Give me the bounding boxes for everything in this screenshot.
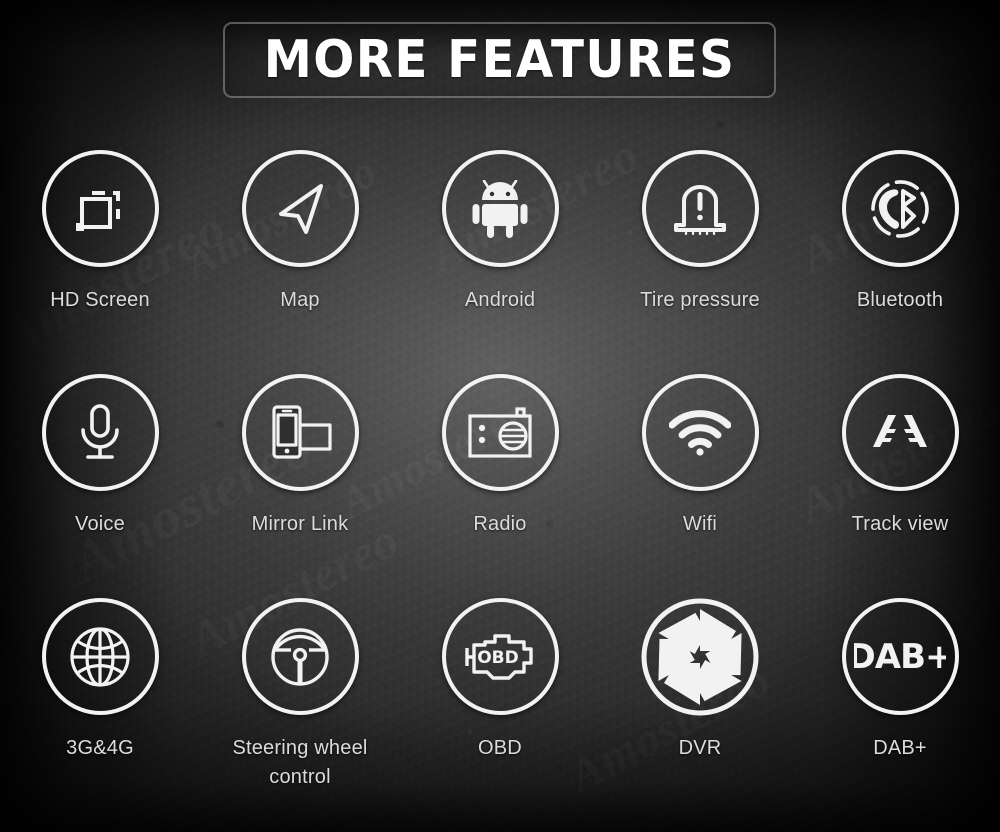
feature-icon-circle <box>241 598 359 715</box>
bluetooth-phone-icon <box>869 178 931 240</box>
feature-item-dab-plus[interactable]: DAB+ DAB+ <box>800 598 1000 822</box>
feature-item-bluetooth[interactable]: Bluetooth <box>800 150 1000 374</box>
tire-pressure-icon <box>671 183 729 235</box>
globe-icon <box>69 626 131 688</box>
wifi-icon <box>669 409 731 456</box>
feature-item-hd-screen[interactable]: HD Screen <box>0 150 200 374</box>
feature-item-android[interactable]: Android <box>400 150 600 374</box>
feature-label: DAB+ <box>873 737 927 759</box>
feature-label: Bluetooth <box>856 289 944 311</box>
dab-icon-text: DAB+ <box>854 637 946 677</box>
feature-icon-circle <box>241 374 359 491</box>
dab-plus-icon: DAB+ <box>854 635 946 679</box>
obd-icon-text: OBD <box>477 648 519 668</box>
page-title: MORE FEATURES <box>263 30 736 90</box>
feature-item-radio[interactable]: Radio <box>400 374 600 598</box>
feature-item-map[interactable]: Map <box>200 150 400 374</box>
obd-engine-icon: OBD <box>465 630 535 684</box>
feature-item-mirror-link[interactable]: Mirror Link <box>200 374 400 598</box>
feature-label: Android <box>464 289 536 311</box>
feature-label: Mirror Link <box>251 513 349 535</box>
feature-icon-circle: OBD <box>441 598 559 715</box>
feature-icon-circle <box>41 374 159 491</box>
feature-label: Voice <box>75 513 125 535</box>
feature-item-3g-4g[interactable]: 3G&4G <box>0 598 200 822</box>
feature-icon-circle: DAB+ <box>841 598 959 715</box>
feature-item-wifi[interactable]: Wifi <box>600 374 800 598</box>
feature-label: HD Screen <box>50 289 150 311</box>
feature-label: DVR <box>678 737 722 759</box>
feature-label: Track view <box>851 513 949 535</box>
feature-icon-circle <box>41 598 159 715</box>
feature-item-dvr[interactable]: DVR <box>600 598 800 822</box>
feature-label: Radio <box>473 513 527 535</box>
microphone-icon <box>77 403 123 462</box>
radio-icon <box>467 406 533 459</box>
feature-icon-circle <box>441 150 559 267</box>
mirror-link-icon <box>268 404 332 461</box>
steering-wheel-icon <box>269 626 331 688</box>
feature-icon-circle <box>841 150 959 267</box>
hd-screen-icon <box>74 183 126 235</box>
feature-icon-circle <box>640 597 760 717</box>
feature-item-steering-wheel-control[interactable]: Steering wheel control <box>200 598 400 822</box>
feature-label: OBD <box>478 737 522 759</box>
feature-icon-circle <box>41 150 159 267</box>
feature-label: Map <box>280 289 320 311</box>
feature-label: Wifi <box>682 513 718 535</box>
feature-icon-circle <box>241 150 359 267</box>
feature-icon-circle <box>441 374 559 491</box>
feature-item-voice[interactable]: Voice <box>0 374 200 598</box>
page-title-frame: MORE FEATURES <box>223 22 776 98</box>
feature-icon-circle <box>841 374 959 491</box>
feature-grid: HD Screen Map Android Tire pressure Blue… <box>0 150 1000 822</box>
feature-label: Tire pressure <box>640 289 760 311</box>
feature-item-track-view[interactable]: Track view <box>800 374 1000 598</box>
camera-aperture-icon <box>640 597 760 717</box>
feature-icon-circle <box>641 150 759 267</box>
feature-label: Steering wheel control <box>232 737 368 788</box>
feature-item-obd[interactable]: OBD OBD <box>400 598 600 822</box>
feature-item-tire-pressure[interactable]: Tire pressure <box>600 150 800 374</box>
track-view-icon <box>868 413 932 453</box>
android-robot-icon <box>472 179 528 238</box>
navigation-arrow-icon <box>271 180 329 238</box>
feature-label: 3G&4G <box>66 737 134 759</box>
feature-icon-circle <box>641 374 759 491</box>
